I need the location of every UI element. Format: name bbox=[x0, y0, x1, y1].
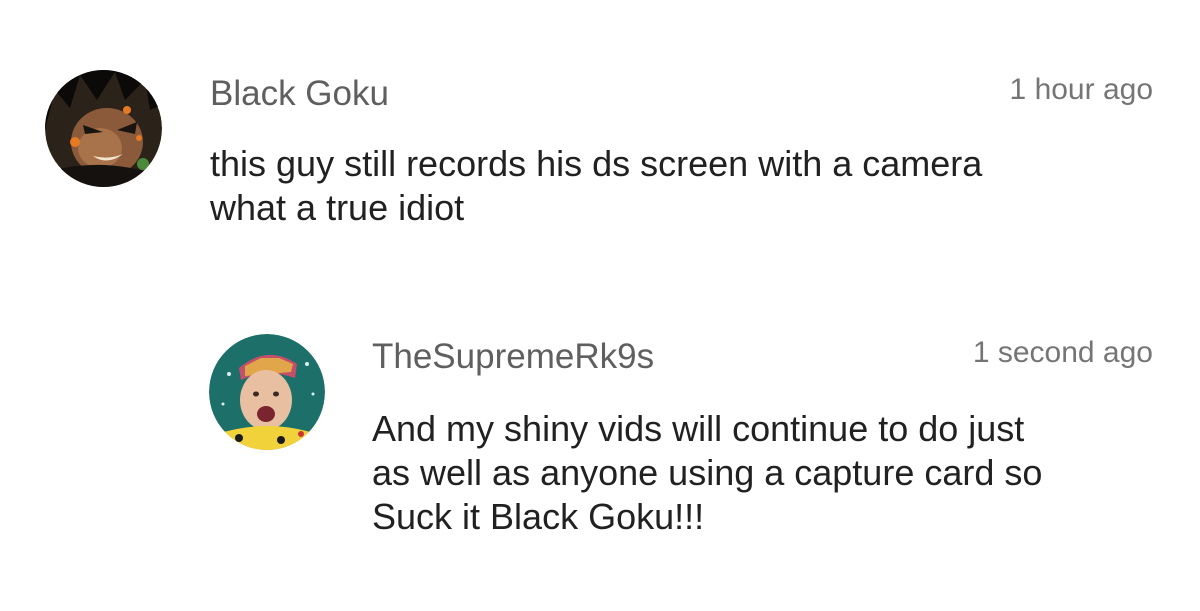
reply-text-line: Suck it Black Goku!!! bbox=[372, 496, 705, 537]
reply-timestamp: 1 second ago bbox=[972, 336, 1153, 369]
reply-text-line: as well as anyone using a capture card s… bbox=[372, 452, 1043, 493]
comment-thread: { "comments": [ { "author": "Black Goku"… bbox=[0, 0, 1200, 611]
comment-text-line: what a true idiot bbox=[210, 187, 465, 228]
comment-timestamp: 1 hour ago bbox=[1009, 73, 1153, 106]
comment-text-line: this guy still records his ds screen wit… bbox=[210, 143, 983, 184]
comment-author[interactable]: Black Goku bbox=[210, 74, 389, 114]
comment-text: this guy still records his ds screen wit… bbox=[210, 142, 982, 230]
reply-text-line: And my shiny vids will continue to do ju… bbox=[372, 408, 1025, 449]
reply-text: And my shiny vids will continue to do ju… bbox=[372, 407, 1042, 539]
comment-item: Black Goku 1 hour ago this guy still rec… bbox=[0, 0, 1200, 300]
avatar[interactable] bbox=[209, 334, 325, 450]
person-photo-avatar-icon bbox=[209, 334, 325, 450]
reply-item: TheSupremeRk9s 1 second ago And my shiny… bbox=[0, 300, 1200, 611]
avatar[interactable] bbox=[45, 70, 162, 187]
reply-author[interactable]: TheSupremeRk9s bbox=[372, 337, 654, 377]
anime-character-avatar-icon bbox=[45, 70, 162, 187]
